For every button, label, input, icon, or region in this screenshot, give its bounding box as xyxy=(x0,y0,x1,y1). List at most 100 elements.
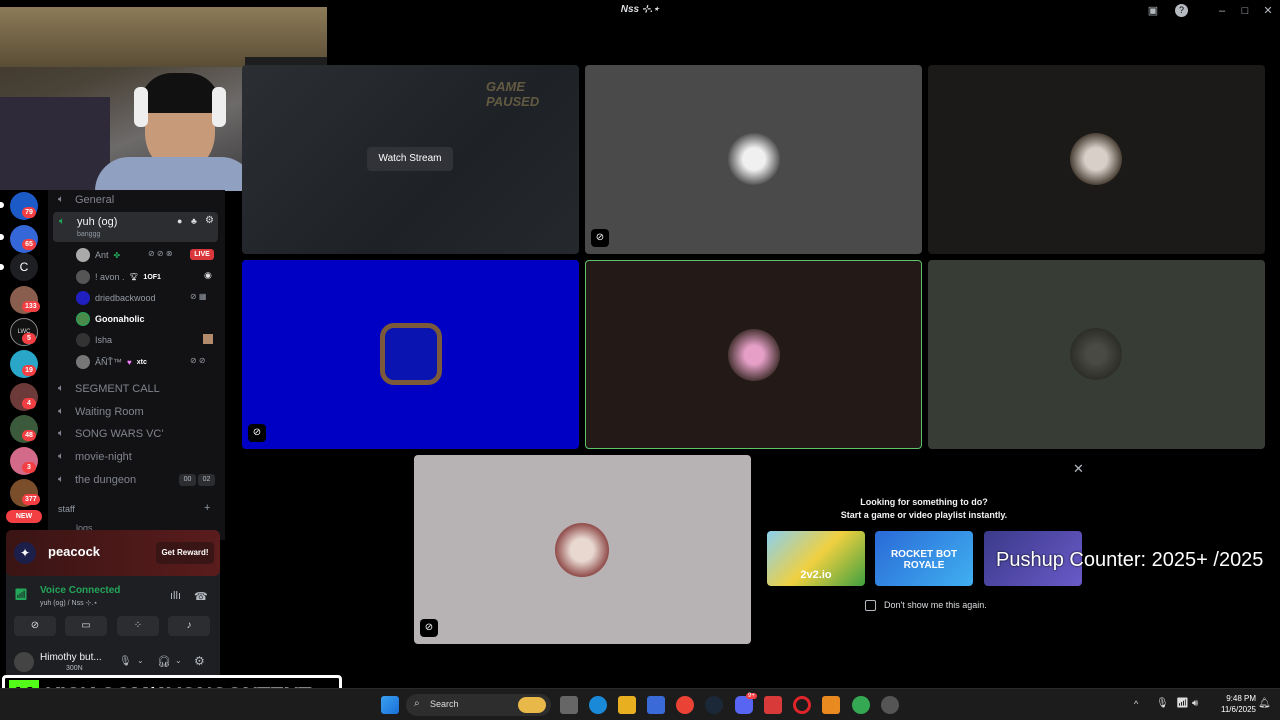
user-avatar xyxy=(380,323,442,385)
user-avatar xyxy=(1070,133,1122,185)
voice-user-row[interactable]: ! avon . 🏆︎ 1OF1 xyxy=(76,268,161,286)
voice-user-row[interactable]: ÂÑŤ™ ♥ xtc xyxy=(76,353,147,371)
steam-icon[interactable] xyxy=(705,696,723,714)
microphone-icon[interactable]: 🎙︎ xyxy=(1156,698,1169,709)
voice-location[interactable]: yuh (og) / Nss ⊹.⋆ xyxy=(40,599,98,607)
promo-banner[interactable]: ✦ peacock Get Reward! xyxy=(6,530,220,576)
voice-status[interactable]: Voice Connected xyxy=(40,585,120,596)
user-avatar xyxy=(555,523,609,577)
headphones-icon[interactable]: 🎧︎ xyxy=(157,655,171,668)
avatar xyxy=(76,270,90,284)
voice-user-row[interactable]: Goonaholic xyxy=(76,310,145,328)
user-tag: xtc xyxy=(136,358,147,366)
voice-channel[interactable]: 🔈︎ movie-night xyxy=(54,447,219,467)
soundboard-button[interactable]: ♪ xyxy=(168,616,210,636)
game-title: ROCKET BOT ROYALE xyxy=(890,549,958,571)
trophy-icon: 🏆︎ xyxy=(129,274,139,281)
chat-icon[interactable]: ● xyxy=(177,216,182,226)
taskbar-search[interactable]: ⌕ Search xyxy=(406,694,551,716)
gear-icon[interactable]: ⚙ xyxy=(194,654,205,668)
server-icon[interactable]: C xyxy=(10,253,38,281)
speaker-icon: 🔈︎ xyxy=(58,428,64,439)
user-name: Isha xyxy=(95,335,113,345)
task-view-icon[interactable] xyxy=(560,696,578,714)
avatar[interactable] xyxy=(14,652,34,672)
minimize-button[interactable]: – xyxy=(1214,3,1230,19)
wifi-icon[interactable]: 📶︎ xyxy=(1176,698,1189,709)
chevron-down-icon[interactable]: ⌄ xyxy=(137,656,144,665)
watch-stream-button[interactable]: Watch Stream xyxy=(367,147,453,171)
game-card[interactable]: 2v2.io xyxy=(767,531,865,586)
store-icon[interactable] xyxy=(647,696,665,714)
voice-channel-general[interactable]: 🔈︎ General xyxy=(54,190,219,210)
channel-list: 🔈︎ General 🔈︎ yuh (og) banggg ● ♣ ⚙ Ant … xyxy=(48,190,225,540)
user-avatar xyxy=(728,133,780,185)
mention-badge: 3 xyxy=(22,462,36,473)
share-screen-button[interactable]: ▭ xyxy=(65,616,107,636)
windows-start-icon[interactable] xyxy=(381,696,399,714)
eye-icon: ◉ xyxy=(204,270,212,280)
video-tile[interactable]: ⊘ xyxy=(414,455,751,644)
user-name: ÂÑŤ™ xyxy=(95,357,122,367)
video-tile[interactable] xyxy=(928,260,1265,449)
camera-off-button[interactable]: ⊘ xyxy=(14,616,56,636)
voice-user-row[interactable]: driedbackwood xyxy=(76,289,156,307)
disconnect-icon[interactable]: ☎ xyxy=(194,590,208,603)
category-label[interactable]: staff xyxy=(58,504,75,514)
voice-channel[interactable]: 🔈︎ SONG WARS VC' xyxy=(54,424,219,444)
chevron-down-icon[interactable]: ⌄ xyxy=(175,656,182,665)
clock-time[interactable]: 9:48 PM xyxy=(1206,694,1256,703)
app-icon[interactable] xyxy=(764,696,782,714)
inbox-icon[interactable]: ▣ xyxy=(1145,3,1161,19)
pushup-counter-overlay: Pushup Counter: 2025+ /2025 xyxy=(996,549,1264,571)
stream-tile[interactable]: GAME PAUSED Watch Stream xyxy=(242,65,579,254)
noise-icon[interactable]: ıllı xyxy=(170,590,181,602)
account-name[interactable]: Himothy but... xyxy=(40,652,102,663)
dont-show-checkbox[interactable] xyxy=(865,600,876,611)
invite-icon[interactable]: ♣ xyxy=(191,216,197,226)
video-tile-speaking[interactable] xyxy=(585,260,922,449)
leaf-icon: ✤ xyxy=(113,250,121,260)
activities-button[interactable]: ⁘ xyxy=(117,616,159,636)
new-badge: NEW xyxy=(6,510,42,523)
video-tile[interactable]: ⊘ xyxy=(242,260,579,449)
settings-icon[interactable]: ⚙ xyxy=(205,215,214,226)
video-tile[interactable] xyxy=(928,65,1265,254)
user-status-icons: ⊘ ⊘ xyxy=(190,356,206,365)
fl-studio-icon[interactable] xyxy=(822,696,840,714)
video-tile[interactable]: ⊘ xyxy=(585,65,922,254)
user-avatar xyxy=(728,329,780,381)
game-card[interactable]: ROCKET BOT ROYALE xyxy=(875,531,973,586)
channel-name: movie-night xyxy=(75,451,132,463)
volume-icon[interactable]: 🔊︎ xyxy=(1192,698,1198,709)
chevron-up-icon[interactable]: ^ xyxy=(1134,699,1138,709)
speaker-icon: 🔈︎ xyxy=(58,406,64,417)
speaker-icon: 🔈︎ xyxy=(58,451,64,462)
voice-channel[interactable]: 🔈︎ SEGMENT CALL xyxy=(54,379,219,399)
webcam-beanie xyxy=(140,73,220,113)
voice-channel[interactable]: 🔈︎ Waiting Room xyxy=(54,402,219,422)
help-icon[interactable]: ? xyxy=(1175,4,1188,17)
account-sub: 300N xyxy=(66,665,83,672)
maximize-button[interactable]: □ xyxy=(1237,3,1253,19)
clock-date[interactable]: 11/6/2025 xyxy=(1206,705,1256,714)
close-icon[interactable]: ✕ xyxy=(1073,461,1084,477)
active-channel-row[interactable]: 🔈︎ yuh (og) banggg ● ♣ ⚙ xyxy=(53,212,218,242)
voice-user-row[interactable]: Isha xyxy=(76,331,112,349)
opera-icon[interactable] xyxy=(793,696,811,714)
get-reward-button[interactable]: Get Reward! xyxy=(156,542,214,564)
chrome-icon[interactable] xyxy=(852,696,870,714)
live-badge: LIVE xyxy=(190,249,214,260)
chrome-icon[interactable] xyxy=(676,696,694,714)
file-explorer-icon[interactable] xyxy=(618,696,636,714)
voice-user-row[interactable]: Ant ✤ xyxy=(76,246,120,264)
notification-icon[interactable]: 🔔︎ xyxy=(1258,698,1271,709)
app-icon[interactable] xyxy=(881,696,899,714)
add-channel-icon[interactable]: + xyxy=(204,502,210,514)
webcam-shirt xyxy=(95,157,255,191)
activity-heading: Looking for something to do? xyxy=(860,497,988,507)
microphone-icon[interactable]: 🎙︎ xyxy=(119,656,132,667)
close-window-button[interactable]: ✕ xyxy=(1260,3,1276,19)
user-limit-badge: 02 xyxy=(198,474,215,486)
edge-icon[interactable] xyxy=(589,696,607,714)
